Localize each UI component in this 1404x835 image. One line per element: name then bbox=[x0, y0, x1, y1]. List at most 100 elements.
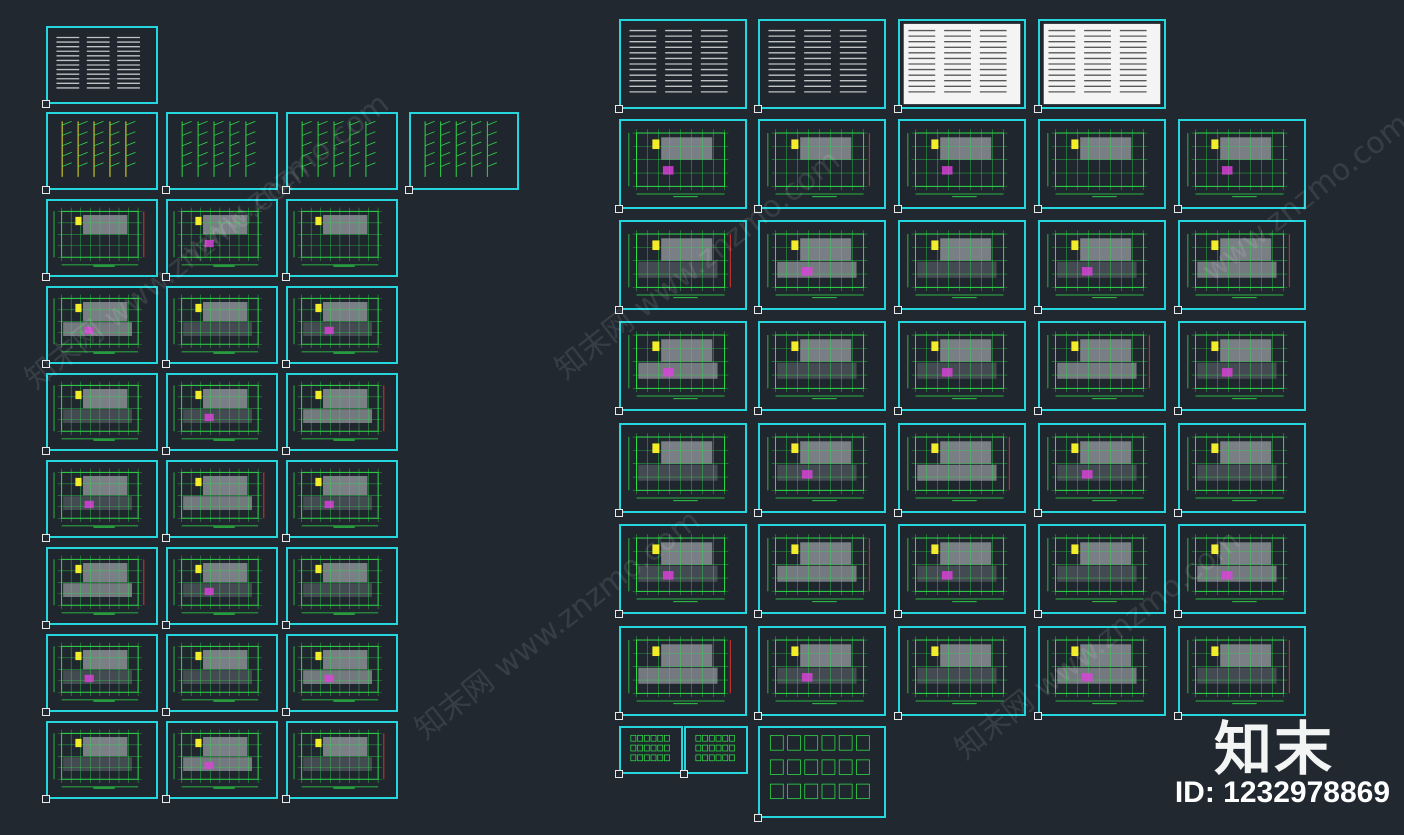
selection-grip[interactable] bbox=[162, 273, 170, 281]
drawing-sheet[interactable] bbox=[286, 721, 398, 799]
drawing-sheet[interactable] bbox=[1038, 423, 1166, 513]
selection-grip[interactable] bbox=[754, 712, 762, 720]
selection-grip[interactable] bbox=[282, 360, 290, 368]
selection-grip[interactable] bbox=[282, 621, 290, 629]
selection-grip[interactable] bbox=[1034, 610, 1042, 618]
drawing-sheet[interactable] bbox=[166, 199, 278, 277]
selection-grip[interactable] bbox=[405, 186, 413, 194]
drawing-sheet[interactable] bbox=[1178, 220, 1306, 310]
drawing-sheet[interactable] bbox=[619, 626, 747, 716]
drawing-sheet[interactable] bbox=[898, 220, 1026, 310]
selection-grip[interactable] bbox=[894, 610, 902, 618]
selection-grip[interactable] bbox=[1174, 205, 1182, 213]
selection-grip[interactable] bbox=[754, 610, 762, 618]
selection-grip[interactable] bbox=[615, 509, 623, 517]
drawing-sheet[interactable] bbox=[286, 373, 398, 451]
selection-grip[interactable] bbox=[680, 770, 688, 778]
selection-grip[interactable] bbox=[1034, 205, 1042, 213]
drawing-sheet[interactable] bbox=[46, 373, 158, 451]
drawing-sheet[interactable] bbox=[286, 199, 398, 277]
drawing-sheet[interactable] bbox=[166, 721, 278, 799]
drawing-sheet[interactable] bbox=[46, 721, 158, 799]
drawing-sheet[interactable] bbox=[619, 726, 683, 774]
selection-grip[interactable] bbox=[615, 105, 623, 113]
drawing-sheet[interactable] bbox=[166, 547, 278, 625]
selection-grip[interactable] bbox=[1034, 712, 1042, 720]
drawing-sheet[interactable] bbox=[758, 19, 886, 109]
selection-grip[interactable] bbox=[1174, 712, 1182, 720]
drawing-sheet[interactable] bbox=[286, 547, 398, 625]
selection-grip[interactable] bbox=[754, 306, 762, 314]
drawing-sheet[interactable] bbox=[286, 112, 398, 190]
drawing-sheet[interactable] bbox=[166, 634, 278, 712]
selection-grip[interactable] bbox=[1034, 509, 1042, 517]
drawing-sheet[interactable] bbox=[286, 634, 398, 712]
drawing-sheet[interactable] bbox=[898, 321, 1026, 411]
selection-grip[interactable] bbox=[615, 712, 623, 720]
selection-grip[interactable] bbox=[1174, 509, 1182, 517]
drawing-sheet[interactable] bbox=[1038, 220, 1166, 310]
drawing-sheet[interactable] bbox=[1038, 119, 1166, 209]
selection-grip[interactable] bbox=[42, 360, 50, 368]
selection-grip[interactable] bbox=[894, 306, 902, 314]
selection-grip[interactable] bbox=[1174, 610, 1182, 618]
selection-grip[interactable] bbox=[42, 534, 50, 542]
drawing-sheet[interactable] bbox=[1038, 524, 1166, 614]
drawing-sheet[interactable] bbox=[619, 119, 747, 209]
selection-grip[interactable] bbox=[754, 814, 762, 822]
drawing-sheet[interactable] bbox=[619, 524, 747, 614]
selection-grip[interactable] bbox=[42, 708, 50, 716]
drawing-sheet[interactable] bbox=[46, 199, 158, 277]
drawing-sheet[interactable] bbox=[1038, 626, 1166, 716]
drawing-sheet[interactable] bbox=[1178, 321, 1306, 411]
selection-grip[interactable] bbox=[615, 610, 623, 618]
selection-grip[interactable] bbox=[282, 534, 290, 542]
drawing-sheet[interactable] bbox=[46, 112, 158, 190]
drawing-sheet[interactable] bbox=[898, 19, 1026, 109]
selection-grip[interactable] bbox=[1174, 306, 1182, 314]
selection-grip[interactable] bbox=[894, 205, 902, 213]
selection-grip[interactable] bbox=[754, 105, 762, 113]
drawing-sheet[interactable] bbox=[898, 423, 1026, 513]
selection-grip[interactable] bbox=[42, 795, 50, 803]
drawing-sheet[interactable] bbox=[758, 423, 886, 513]
drawing-sheet[interactable] bbox=[46, 547, 158, 625]
selection-grip[interactable] bbox=[42, 100, 50, 108]
selection-grip[interactable] bbox=[42, 186, 50, 194]
selection-grip[interactable] bbox=[615, 407, 623, 415]
selection-grip[interactable] bbox=[894, 105, 902, 113]
drawing-sheet[interactable] bbox=[166, 286, 278, 364]
drawing-sheet[interactable] bbox=[166, 112, 278, 190]
selection-grip[interactable] bbox=[162, 708, 170, 716]
drawing-sheet[interactable] bbox=[1178, 119, 1306, 209]
drawing-sheet[interactable] bbox=[758, 220, 886, 310]
selection-grip[interactable] bbox=[894, 712, 902, 720]
drawing-sheet[interactable] bbox=[1038, 321, 1166, 411]
drawing-sheet[interactable] bbox=[758, 321, 886, 411]
drawing-sheet[interactable] bbox=[684, 726, 748, 774]
drawing-sheet[interactable] bbox=[758, 119, 886, 209]
selection-grip[interactable] bbox=[162, 621, 170, 629]
drawing-sheet[interactable] bbox=[46, 26, 158, 104]
drawing-sheet[interactable] bbox=[619, 423, 747, 513]
selection-grip[interactable] bbox=[615, 205, 623, 213]
selection-grip[interactable] bbox=[282, 447, 290, 455]
selection-grip[interactable] bbox=[754, 407, 762, 415]
drawing-sheet[interactable] bbox=[898, 626, 1026, 716]
drawing-sheet[interactable] bbox=[1038, 19, 1166, 109]
selection-grip[interactable] bbox=[894, 509, 902, 517]
selection-grip[interactable] bbox=[282, 708, 290, 716]
selection-grip[interactable] bbox=[1034, 407, 1042, 415]
selection-grip[interactable] bbox=[754, 205, 762, 213]
selection-grip[interactable] bbox=[1034, 306, 1042, 314]
selection-grip[interactable] bbox=[162, 795, 170, 803]
drawing-sheet[interactable] bbox=[758, 524, 886, 614]
selection-grip[interactable] bbox=[894, 407, 902, 415]
drawing-sheet[interactable] bbox=[619, 220, 747, 310]
selection-grip[interactable] bbox=[615, 770, 623, 778]
selection-grip[interactable] bbox=[162, 186, 170, 194]
selection-grip[interactable] bbox=[42, 273, 50, 281]
selection-grip[interactable] bbox=[282, 273, 290, 281]
drawing-sheet[interactable] bbox=[1178, 524, 1306, 614]
selection-grip[interactable] bbox=[754, 509, 762, 517]
